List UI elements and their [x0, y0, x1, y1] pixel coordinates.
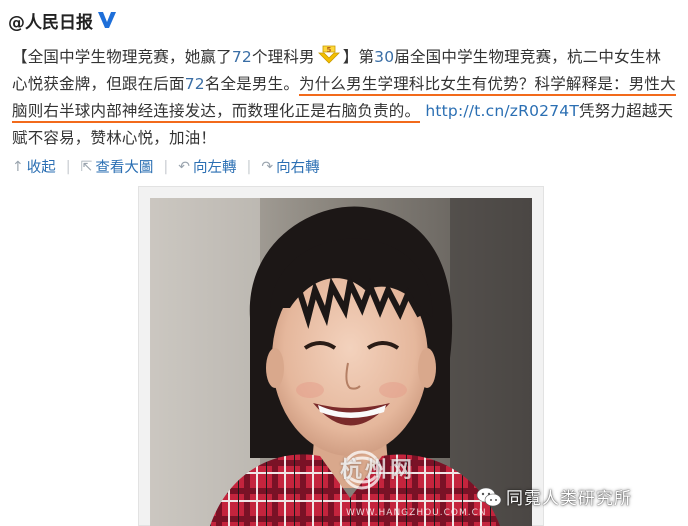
five-rank-emoji-icon: 5 — [317, 44, 341, 66]
post-number: 30 — [374, 48, 395, 66]
rotate-left-label: 向左轉 — [192, 160, 237, 176]
wechat-icon — [476, 486, 502, 508]
short-link[interactable]: http://t.cn/zR0274T — [425, 102, 579, 120]
photo-watermark-source: 同霓人类研究所 — [506, 489, 632, 509]
post-text-segment: 】第 — [342, 48, 375, 66]
post-text: 【全国中学生物理竞赛，她赢了72个理科男 5 】第30届全国中学生物理竞赛，杭二… — [12, 44, 676, 152]
arrow-up-icon: ↑ — [12, 158, 24, 175]
rotate-left-button[interactable]: ↶ 向左轉 — [178, 156, 236, 177]
external-view-icon: ⇱ — [80, 158, 93, 175]
photo-watermark-site: 杭州网 — [340, 458, 416, 483]
rotate-right-icon: ↷ — [261, 158, 274, 175]
post-text-segment: 个理科男 — [251, 48, 315, 66]
collapse-button[interactable]: ↑ 收起 — [12, 156, 56, 177]
divider: | — [246, 158, 252, 175]
view-large-label: 查看大圖 — [95, 160, 154, 176]
collapse-label: 收起 — [26, 160, 56, 176]
divider: | — [163, 158, 169, 175]
post-number: 72 — [231, 48, 252, 66]
post-number: 72 — [184, 75, 205, 93]
view-large-button[interactable]: ⇱ 查看大圖 — [81, 156, 154, 177]
divider: | — [65, 158, 71, 175]
author-name[interactable]: @人民日报 — [8, 8, 93, 33]
rotate-right-button[interactable]: ↷ 向右轉 — [261, 156, 319, 177]
image-actions-bar: ↑ 收起 | ⇱ 查看大圖 | ↶ 向左轉 | ↷ 向右轉 — [12, 156, 320, 177]
rotate-left-icon: ↶ — [178, 158, 190, 175]
rotate-right-label: 向右轉 — [276, 160, 320, 176]
verified-v-icon — [97, 11, 117, 29]
post-header: @人民日报 — [8, 6, 117, 34]
svg-text:5: 5 — [326, 46, 331, 54]
post-text-segment: 【全国中学生物理竞赛，她赢了 — [12, 48, 232, 66]
photo-watermark-url: WWW.HANGZHOU.COM.CN — [346, 508, 487, 518]
post-text-segment: 名全是男生。 — [204, 75, 300, 93]
